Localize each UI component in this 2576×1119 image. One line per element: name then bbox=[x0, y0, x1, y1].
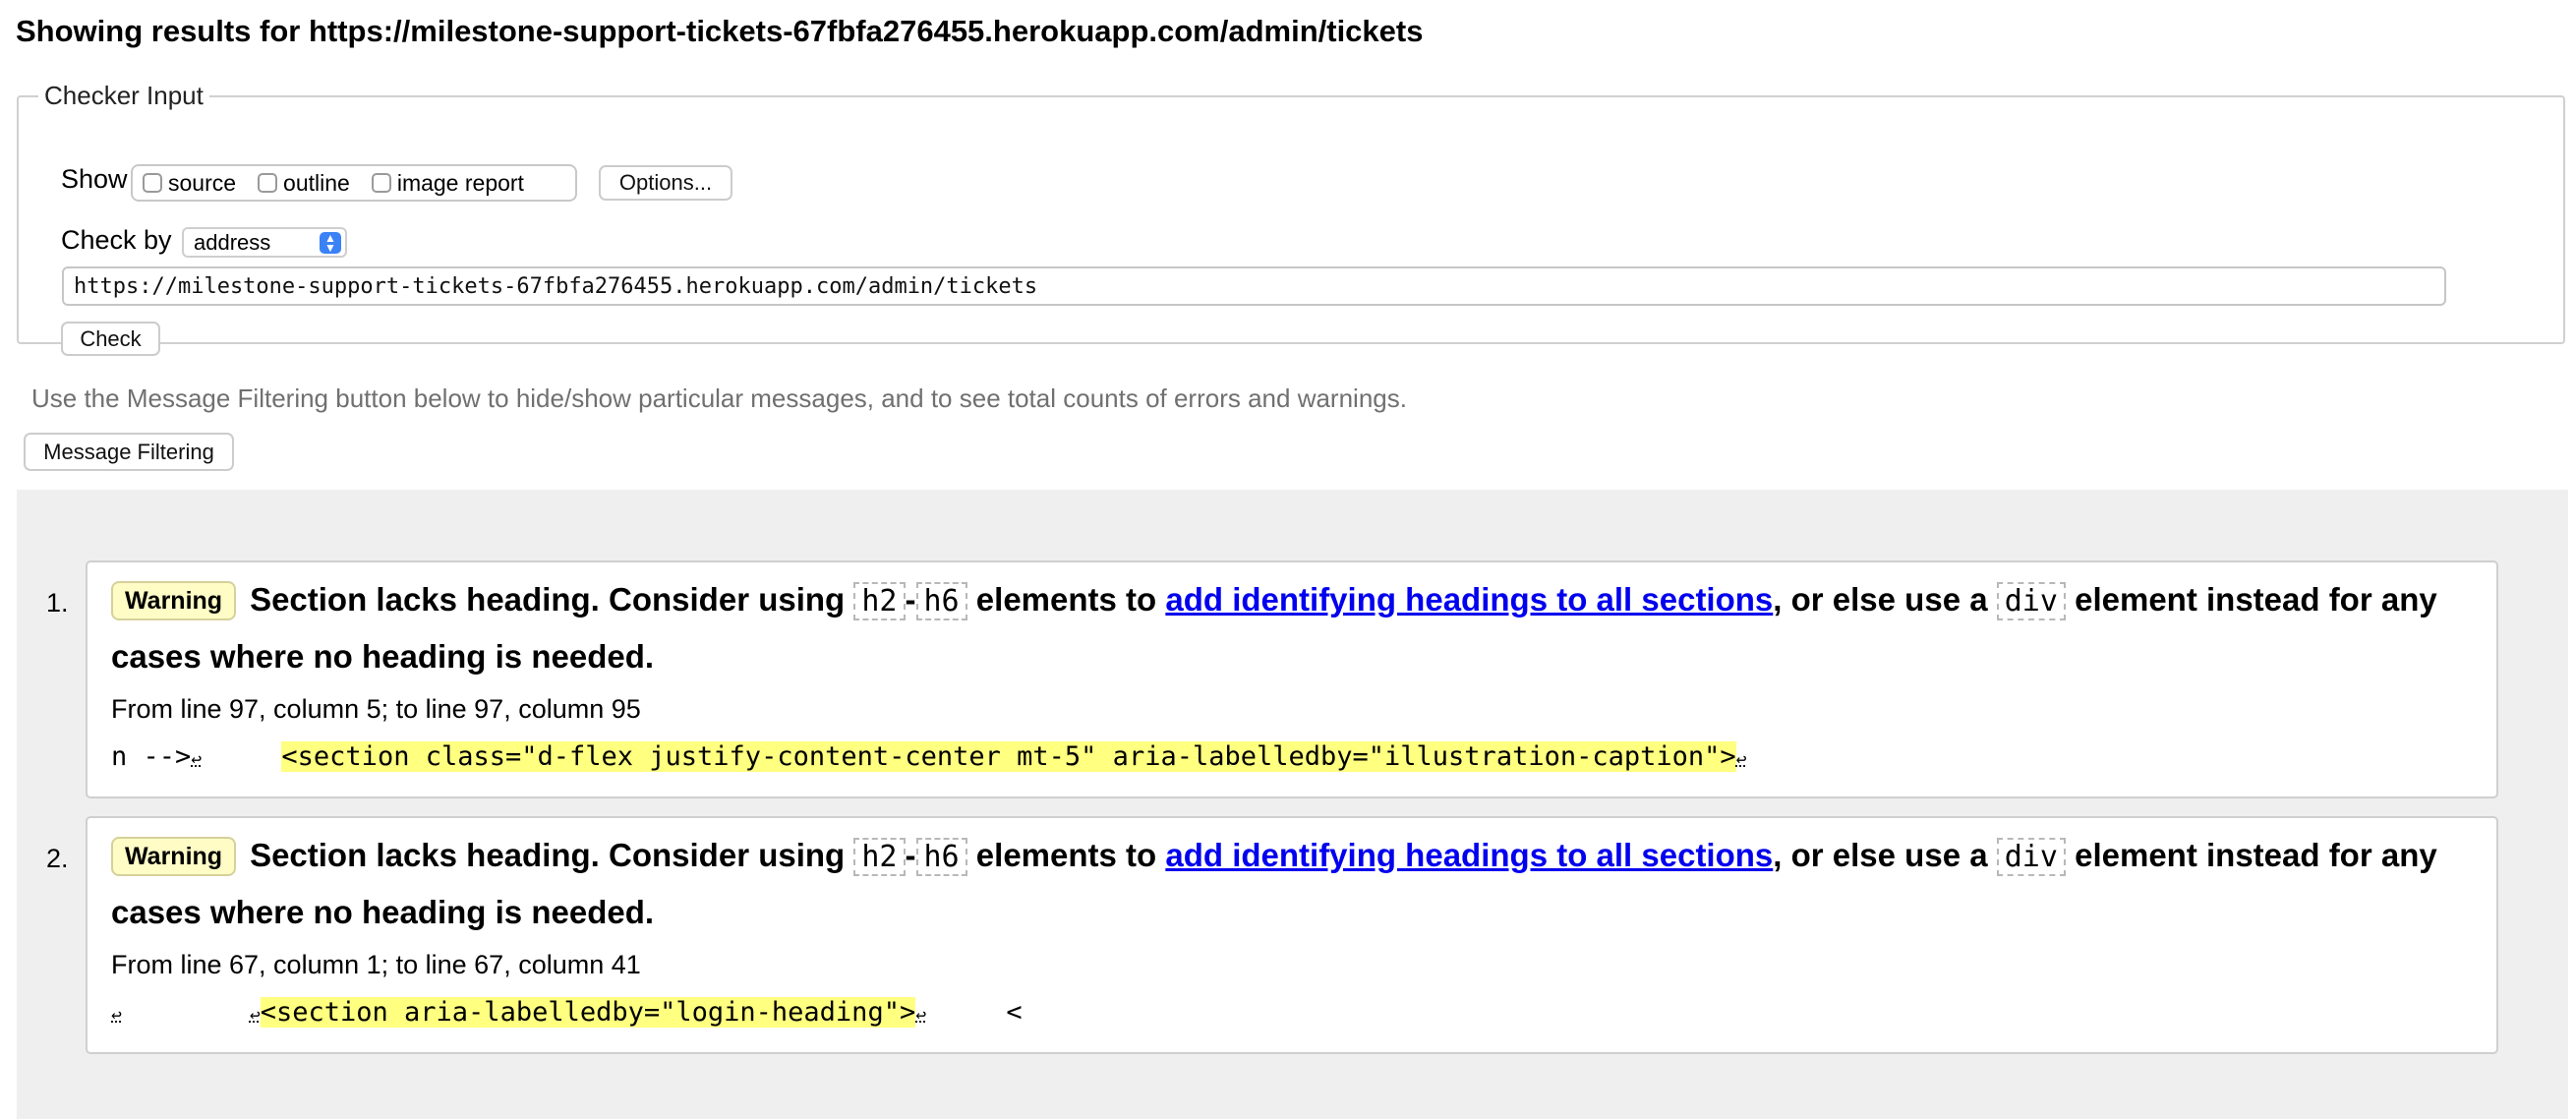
extract-gap bbox=[202, 741, 281, 772]
warning-badge: Warning bbox=[111, 581, 237, 620]
message-text-part: elements to bbox=[966, 581, 1166, 618]
code-h2: h2 bbox=[853, 582, 906, 620]
code-div: div bbox=[1996, 838, 2066, 876]
code-div: div bbox=[1996, 582, 2066, 620]
check-by-label: Check by bbox=[61, 225, 172, 255]
return-icon: ↩ bbox=[111, 1005, 122, 1026]
return-icon: ↩ bbox=[915, 1005, 927, 1026]
show-label: Show bbox=[61, 164, 128, 194]
message-item: Warning Section lacks heading. Consider u… bbox=[86, 816, 2498, 1054]
page-title: Showing results for https://milestone-su… bbox=[16, 14, 1424, 48]
show-options-group: source outline image report bbox=[131, 164, 577, 202]
code-h2: h2 bbox=[853, 838, 906, 876]
warning-badge: Warning bbox=[111, 837, 237, 876]
source-label: source bbox=[168, 169, 237, 196]
check-button[interactable]: Check bbox=[61, 322, 160, 356]
up-down-chevron-icon: ▲ ▼ bbox=[320, 232, 341, 254]
show-image-report-option[interactable]: image report bbox=[371, 169, 524, 197]
return-icon: ↩ bbox=[1735, 749, 1747, 770]
code-h6: h6 bbox=[915, 838, 967, 876]
show-outline-option[interactable]: outline bbox=[258, 170, 350, 197]
message-number: 2. bbox=[46, 844, 69, 873]
extract-after: < bbox=[926, 997, 1023, 1028]
message-text-part: elements to bbox=[966, 837, 1166, 873]
message-filtering-button[interactable]: Message Filtering bbox=[24, 433, 234, 471]
message-location: From line 67, column 1; to line 67, colu… bbox=[111, 950, 641, 979]
message-text: Warning Section lacks heading. Consider u… bbox=[111, 828, 2471, 940]
source-checkbox[interactable] bbox=[143, 173, 162, 193]
dash: - bbox=[905, 581, 916, 618]
outline-label: outline bbox=[283, 169, 350, 196]
image-report-checkbox[interactable] bbox=[371, 173, 391, 193]
message-text-part: Section lacks heading. Consider using bbox=[250, 837, 854, 873]
extract-before: n --> bbox=[111, 741, 192, 772]
return-icon: ↩ bbox=[191, 749, 203, 770]
return-icon: ↩ bbox=[249, 1005, 261, 1026]
outline-checkbox[interactable] bbox=[258, 173, 278, 193]
show-source-option[interactable]: source bbox=[143, 170, 236, 197]
check-by-select[interactable]: address ▲ ▼ bbox=[182, 227, 347, 258]
results-panel: 1. Warning Section lacks heading. Conside… bbox=[17, 490, 2568, 1119]
options-button[interactable]: Options... bbox=[599, 165, 732, 201]
code-extract: ↩ ↩<section aria-labelledby="login-headi… bbox=[111, 997, 1023, 1028]
message-text-part: Section lacks heading. Consider using bbox=[250, 581, 854, 618]
check-by-value: address bbox=[194, 229, 271, 255]
message-text-part: , or else use a bbox=[1773, 581, 1997, 618]
extract-highlight: <section class="d-flex justify-content-c… bbox=[281, 741, 1736, 772]
message-location: From line 97, column 5; to line 97, colu… bbox=[111, 694, 641, 724]
headings-link[interactable]: add identifying headings to all sections bbox=[1165, 581, 1773, 618]
url-input[interactable] bbox=[62, 266, 2446, 306]
message-item: Warning Section lacks heading. Consider u… bbox=[86, 560, 2498, 798]
headings-link[interactable]: add identifying headings to all sections bbox=[1165, 837, 1773, 873]
message-text: Warning Section lacks heading. Consider u… bbox=[111, 572, 2471, 684]
message-number: 1. bbox=[46, 588, 69, 618]
checker-input-legend: Checker Input bbox=[44, 81, 204, 110]
dash: - bbox=[905, 837, 916, 873]
message-text-part: , or else use a bbox=[1773, 837, 1997, 873]
extract-highlight: <section aria-labelledby="login-heading"… bbox=[260, 997, 916, 1028]
code-h6: h6 bbox=[915, 582, 967, 620]
checker-input-fieldset: Checker Input Show source outline image … bbox=[17, 81, 2565, 356]
code-extract: n -->↩ <section class="d-flex justify-co… bbox=[111, 741, 1747, 772]
filter-note: Use the Message Filtering button below t… bbox=[31, 383, 1407, 413]
extract-gap bbox=[122, 997, 250, 1028]
image-report-label: image report bbox=[396, 169, 524, 196]
